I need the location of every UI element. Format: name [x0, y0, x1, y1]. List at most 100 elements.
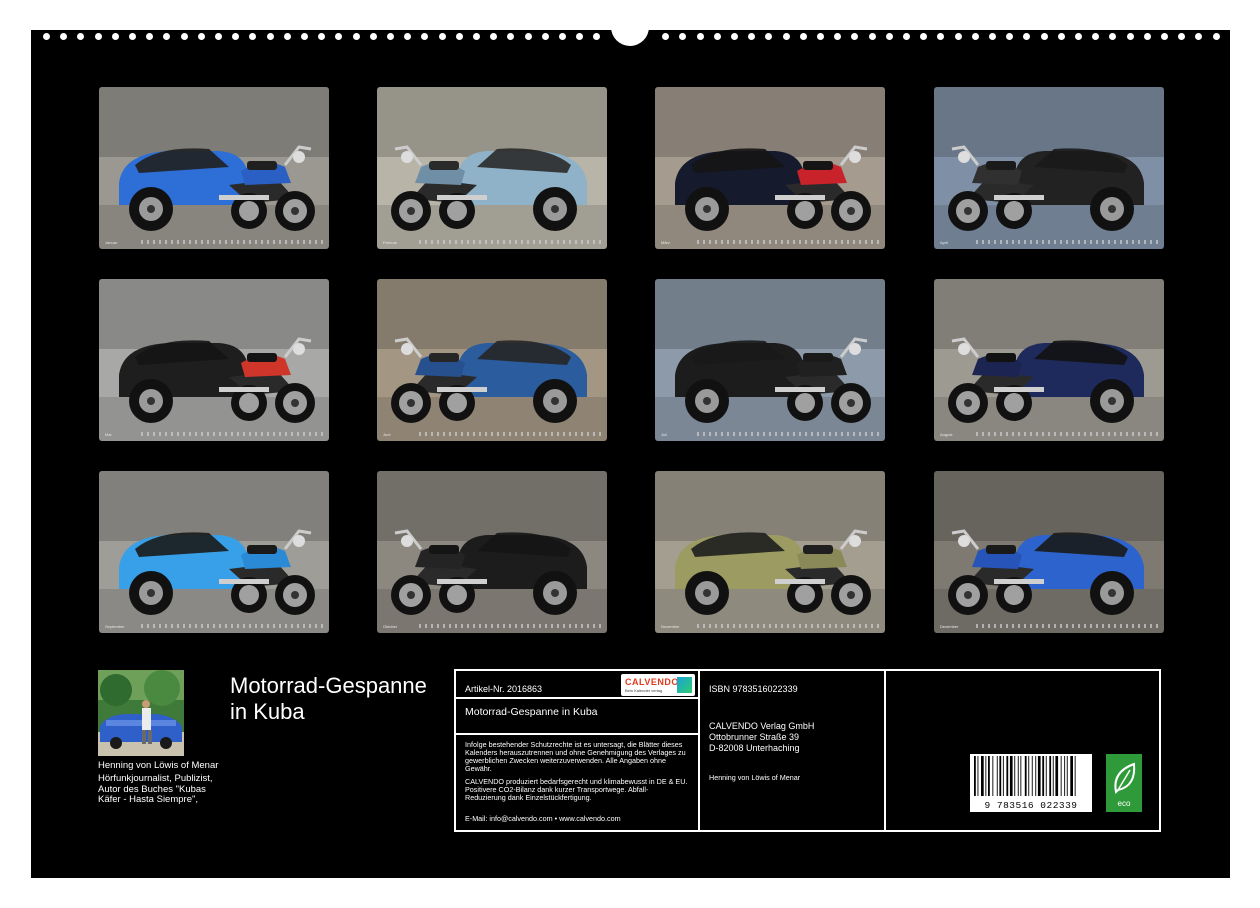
leaf-icon [1114, 762, 1136, 795]
binding-hole [1178, 33, 1186, 40]
binding-hole [1212, 33, 1220, 40]
motorcycle-photo [99, 87, 329, 249]
isbn-barcode: 9 783516 022339 [970, 754, 1092, 812]
binding-hole [834, 33, 842, 40]
contact-line: E-Mail: info@calvendo.com • www.calvendo… [465, 814, 621, 823]
month-caption: September [105, 624, 125, 629]
publisher-name: CALVENDO Verlag GmbH [709, 721, 815, 731]
binding-hole [1023, 33, 1031, 40]
motorcycle-photo [655, 87, 885, 249]
binding-hole [111, 33, 119, 40]
binding-hole [920, 33, 928, 40]
binding-hole [335, 33, 343, 40]
month-thumbnail: Dezember [934, 471, 1164, 633]
month-thumbnail: April [934, 87, 1164, 249]
binding-hole [696, 33, 704, 40]
binding-hole [731, 33, 738, 40]
publisher-street: Ottobrunner Straße 39 [709, 732, 800, 742]
month-caption: Juni [383, 432, 391, 437]
binding-hole [1126, 33, 1134, 40]
month-caption: Februar [383, 240, 398, 245]
month-caption: Oktober [383, 624, 398, 629]
month-thumbnail: August [934, 279, 1164, 441]
binding-hole [387, 33, 394, 40]
binding-hole [197, 33, 205, 40]
binding-hole [817, 33, 824, 40]
binding-hole [490, 33, 498, 40]
binding-hole [593, 33, 601, 40]
publisher-box: ISBN 9783516022339 CALVENDO Verlag GmbH … [698, 669, 886, 832]
article-number: Artikel-Nr. 2016863 [465, 684, 543, 694]
publisher-city: D-82008 Unterhaching [709, 743, 800, 753]
binding-hole [868, 33, 876, 40]
month-thumbnail: Juli [655, 279, 885, 441]
month-day-strip [976, 432, 1160, 436]
binding-hole [971, 33, 979, 40]
binding-hole [318, 33, 326, 40]
binding-hole [77, 33, 85, 40]
binding-hole [713, 33, 721, 40]
binding-hole [1092, 33, 1100, 40]
binding-hole [43, 33, 50, 40]
month-thumbnail: Februar [377, 87, 607, 249]
binding-hole [662, 33, 670, 40]
eco-badge: eco [1106, 754, 1142, 812]
binding-hole [1161, 33, 1168, 40]
motorcycle-photo [377, 279, 607, 441]
binding-hole [94, 33, 102, 40]
calvendo-logo-mark-icon [677, 677, 692, 693]
legal-notice: Infolge bestehender Schutzrechte ist es … [465, 740, 686, 773]
motorcycle-photo [934, 471, 1164, 633]
product-title: Motorrad-Gespanne in Kuba [465, 706, 598, 718]
month-caption: Januar [105, 240, 118, 245]
month-day-strip [697, 624, 881, 628]
binding-hole [799, 33, 807, 40]
month-caption: Juli [661, 432, 668, 437]
motorcycle-photo [377, 87, 607, 249]
month-thumbnail: Oktober [377, 471, 607, 633]
month-day-strip [976, 240, 1160, 244]
isbn: ISBN 9783516022339 [709, 684, 798, 694]
binding-hole [301, 33, 308, 40]
author-credit: Henning von Löwis of Menar [709, 773, 801, 782]
binding-hole [989, 33, 996, 40]
month-day-strip [976, 624, 1160, 628]
binding-hole [1109, 33, 1117, 40]
binding-hole [1143, 33, 1151, 40]
month-day-strip [419, 240, 603, 244]
calvendo-logo-tagline: Bein Kalender verlag [625, 688, 663, 693]
binding-hole [885, 33, 893, 40]
binding-hole [903, 33, 910, 40]
month-thumbnail: September [99, 471, 329, 633]
binding-hole [748, 33, 756, 40]
binding-hole [576, 33, 584, 40]
binding-hole [60, 33, 68, 40]
binding-hole [369, 33, 377, 40]
binding-hole [266, 33, 274, 40]
motorcycle-photo [934, 87, 1164, 249]
binding-hole [283, 33, 291, 40]
binding-hole [524, 33, 532, 40]
binding-hole [954, 33, 962, 40]
binding-hole [163, 33, 171, 40]
binding-hole [679, 33, 687, 40]
month-caption: August [940, 432, 953, 437]
month-thumbnail: Juni [377, 279, 607, 441]
binding-hole [404, 33, 412, 40]
month-day-strip [141, 624, 325, 628]
binding-hole [1040, 33, 1048, 40]
binding-hole [541, 33, 549, 40]
binding-hole [249, 33, 257, 40]
binding-hole [455, 33, 463, 40]
binding-hole [765, 33, 773, 40]
binding-hole [129, 33, 136, 40]
calendar-title-line1: Motorrad-Gespanne [230, 673, 427, 698]
binding-hole [782, 33, 790, 40]
binding-hole [232, 33, 240, 40]
binding-hole [507, 33, 515, 40]
month-caption: November [661, 624, 680, 629]
binding-hole [1195, 33, 1203, 40]
month-caption: März [661, 240, 670, 245]
binding-hole [851, 33, 859, 40]
calvendo-logo-text: CALVENDO [625, 677, 679, 687]
